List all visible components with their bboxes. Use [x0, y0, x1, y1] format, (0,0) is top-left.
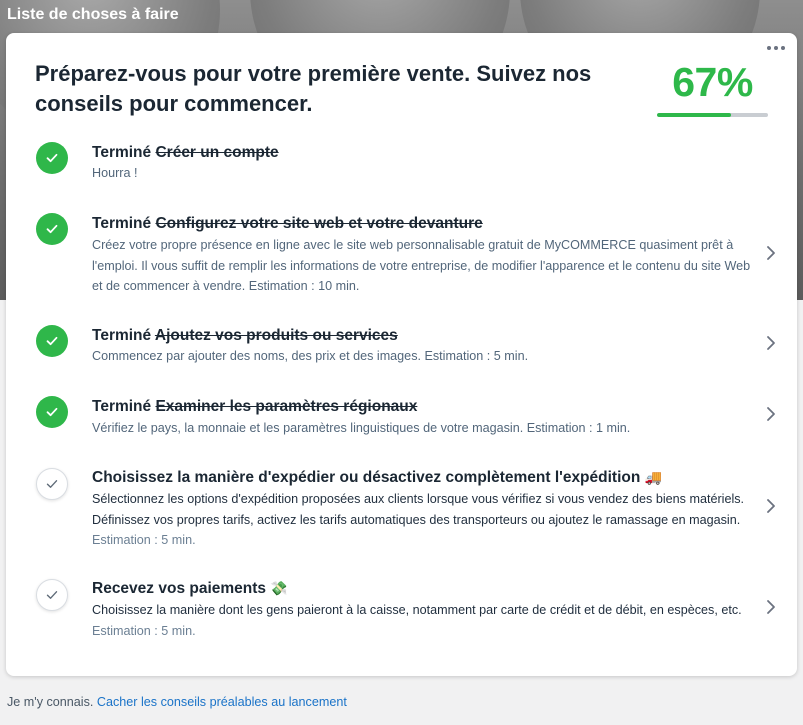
task-description-text: Sélectionnez les options d'expédition pr… [92, 492, 745, 527]
chevron-right-icon[interactable] [765, 406, 777, 422]
progress-indicator: 67% [657, 59, 768, 117]
task-description: Créez votre propre présence en ligne ave… [92, 238, 751, 293]
page-title: Liste de choses à faire [7, 6, 179, 23]
task-description: Sélectionnez les options d'expédition pr… [92, 489, 752, 551]
done-label: Terminé [92, 144, 152, 161]
task-description: Commencez par ajouter des noms, des prix… [92, 349, 529, 363]
done-label: Terminé [92, 398, 152, 415]
chevron-right-icon[interactable] [765, 599, 777, 615]
footer-prefix: Je m'y connais. [7, 695, 94, 709]
check-outline-icon[interactable] [36, 468, 68, 500]
task-description: Choisissez la manière dont les gens paie… [92, 600, 752, 641]
chevron-right-icon[interactable] [765, 498, 777, 514]
card-headline: Préparez-vous pour votre première vente.… [35, 61, 592, 116]
check-circle-icon [36, 325, 68, 357]
check-circle-icon [36, 396, 68, 428]
progress-track [657, 113, 768, 117]
progress-fill [657, 113, 732, 117]
footer: Je m'y connais. Cacher les conseils préa… [7, 695, 347, 709]
task-title: Recevez vos paiements 💸 [92, 580, 288, 598]
task-name: Recevez vos paiements [92, 580, 267, 597]
done-label: Terminé [92, 215, 152, 232]
money-icon: 💸 [270, 581, 288, 597]
onboarding-card: Préparez-vous pour votre première vente.… [6, 33, 797, 676]
task-description: Hourra ! [92, 166, 138, 180]
check-circle-icon [36, 142, 68, 174]
task-estimate: Estimation : 5 min. [92, 623, 196, 638]
task-description-text: Choisissez la manière dont les gens paie… [92, 603, 742, 617]
task-name: Ajoutez vos produits ou services [154, 327, 398, 344]
task-title: Terminé Ajoutez vos produits ou services [92, 327, 398, 345]
task-name: Configurez votre site web et votre devan… [155, 215, 483, 232]
task-name: Créer un compte [155, 144, 279, 161]
task-estimate: Estimation : 5 min. [92, 533, 196, 547]
more-options-icon[interactable] [767, 46, 785, 50]
truck-icon: 🚚 [644, 470, 663, 486]
done-label: Terminé [92, 327, 152, 344]
hide-tips-link[interactable]: Cacher les conseils préalables au lancem… [97, 695, 347, 709]
task-title: Terminé Examiner les paramètres régionau… [92, 398, 417, 416]
task-description: Vérifiez le pays, la monnaie et les para… [92, 421, 631, 435]
task-title: Terminé Configurez votre site web et vot… [92, 215, 483, 233]
task-title: Terminé Créer un compte [92, 144, 279, 162]
task-name: Choisissez la manière d'expédier ou désa… [92, 469, 641, 486]
chevron-right-icon[interactable] [765, 335, 777, 351]
task-name: Examiner les paramètres régionaux [155, 398, 418, 415]
progress-percent: 67% [672, 59, 753, 105]
task-title: Choisissez la manière d'expédier ou désa… [92, 469, 662, 487]
chevron-right-icon[interactable] [765, 245, 777, 261]
check-circle-icon [36, 213, 68, 245]
check-outline-icon[interactable] [36, 579, 68, 611]
